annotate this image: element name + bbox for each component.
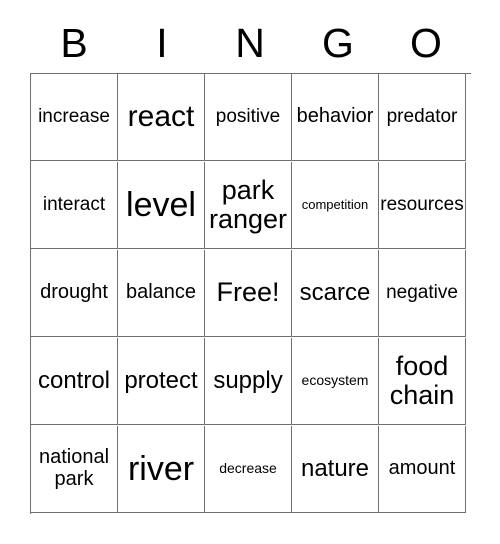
bingo-row: control protect supply ecosystem food ch… <box>31 338 471 426</box>
bingo-cell-label: control <box>37 367 111 395</box>
bingo-cell[interactable]: balance <box>118 250 205 337</box>
header-letter-n: N <box>235 20 265 66</box>
bingo-card: B I N G O increase react positive behavi… <box>30 14 471 514</box>
bingo-cell-label: scarce <box>299 279 371 307</box>
bingo-cell-label: decrease <box>219 460 277 477</box>
bingo-cell-label: positive <box>215 105 281 127</box>
bingo-cell-label: predator <box>386 105 458 127</box>
bingo-cell[interactable]: resources <box>379 162 466 249</box>
bingo-cell-label: competition <box>301 196 369 212</box>
header-letter-g: G <box>322 20 354 66</box>
bingo-cell-label: ecosystem <box>301 372 369 389</box>
bingo-cell-label: react <box>127 99 195 133</box>
bingo-row: increase react positive behavior predato… <box>31 74 471 162</box>
bingo-cell[interactable]: drought <box>31 250 118 337</box>
bingo-cell[interactable]: predator <box>379 74 466 161</box>
bingo-cell[interactable]: behavior <box>292 74 379 161</box>
header-letter-i: I <box>156 20 168 66</box>
bingo-cell-label: level <box>126 185 196 224</box>
bingo-cell-label: national park <box>38 446 110 490</box>
bingo-cell[interactable]: scarce <box>292 250 379 337</box>
bingo-cell-label: food chain <box>389 350 455 410</box>
bingo-cell[interactable]: control <box>31 338 118 425</box>
bingo-cell-label: behavior <box>296 105 374 128</box>
bingo-cell-label: resources <box>380 193 464 215</box>
bingo-cell[interactable]: protect <box>118 338 205 425</box>
bingo-cell[interactable]: competition <box>292 162 379 249</box>
bingo-cell[interactable]: food chain <box>379 338 466 425</box>
bingo-cell-label: Free! <box>216 277 280 308</box>
bingo-cell[interactable]: level <box>118 162 205 249</box>
bingo-cell-label: interact <box>42 193 106 215</box>
bingo-cell[interactable]: national park <box>31 426 118 513</box>
bingo-cell[interactable]: decrease <box>205 426 292 513</box>
bingo-cell-label: supply <box>213 367 283 395</box>
bingo-cell[interactable]: ecosystem <box>292 338 379 425</box>
bingo-row: interact level park ranger competition r… <box>31 162 471 250</box>
bingo-header-row: B I N G O <box>30 14 470 73</box>
bingo-cell-label: river <box>127 449 195 488</box>
bingo-cell[interactable]: supply <box>205 338 292 425</box>
bingo-cell[interactable]: amount <box>379 426 466 513</box>
bingo-cell[interactable]: park ranger <box>205 162 292 249</box>
bingo-cell-label: drought <box>40 281 108 304</box>
header-letter-o: O <box>410 20 442 66</box>
bingo-cell-label: amount <box>388 457 456 480</box>
bingo-cell[interactable]: negative <box>379 250 466 337</box>
bingo-cell-label: park ranger <box>208 174 288 234</box>
bingo-cell[interactable]: river <box>118 426 205 513</box>
bingo-cell[interactable]: increase <box>31 74 118 161</box>
bingo-cell[interactable]: nature <box>292 426 379 513</box>
bingo-cell[interactable]: positive <box>205 74 292 161</box>
bingo-cell-label: protect <box>124 367 198 395</box>
bingo-cell-label: balance <box>125 281 197 304</box>
bingo-grid: increase react positive behavior predato… <box>30 73 471 514</box>
bingo-cell-label: negative <box>386 281 458 303</box>
bingo-cell-label: nature <box>300 455 370 483</box>
bingo-cell[interactable]: react <box>118 74 205 161</box>
bingo-row: drought balance Free! scarce negative <box>31 250 471 338</box>
bingo-cell[interactable]: interact <box>31 162 118 249</box>
bingo-row: national park river decrease nature amou… <box>31 426 471 514</box>
bingo-cell-free[interactable]: Free! <box>205 250 292 337</box>
bingo-cell-label: increase <box>38 105 110 127</box>
header-letter-b: B <box>60 20 88 66</box>
